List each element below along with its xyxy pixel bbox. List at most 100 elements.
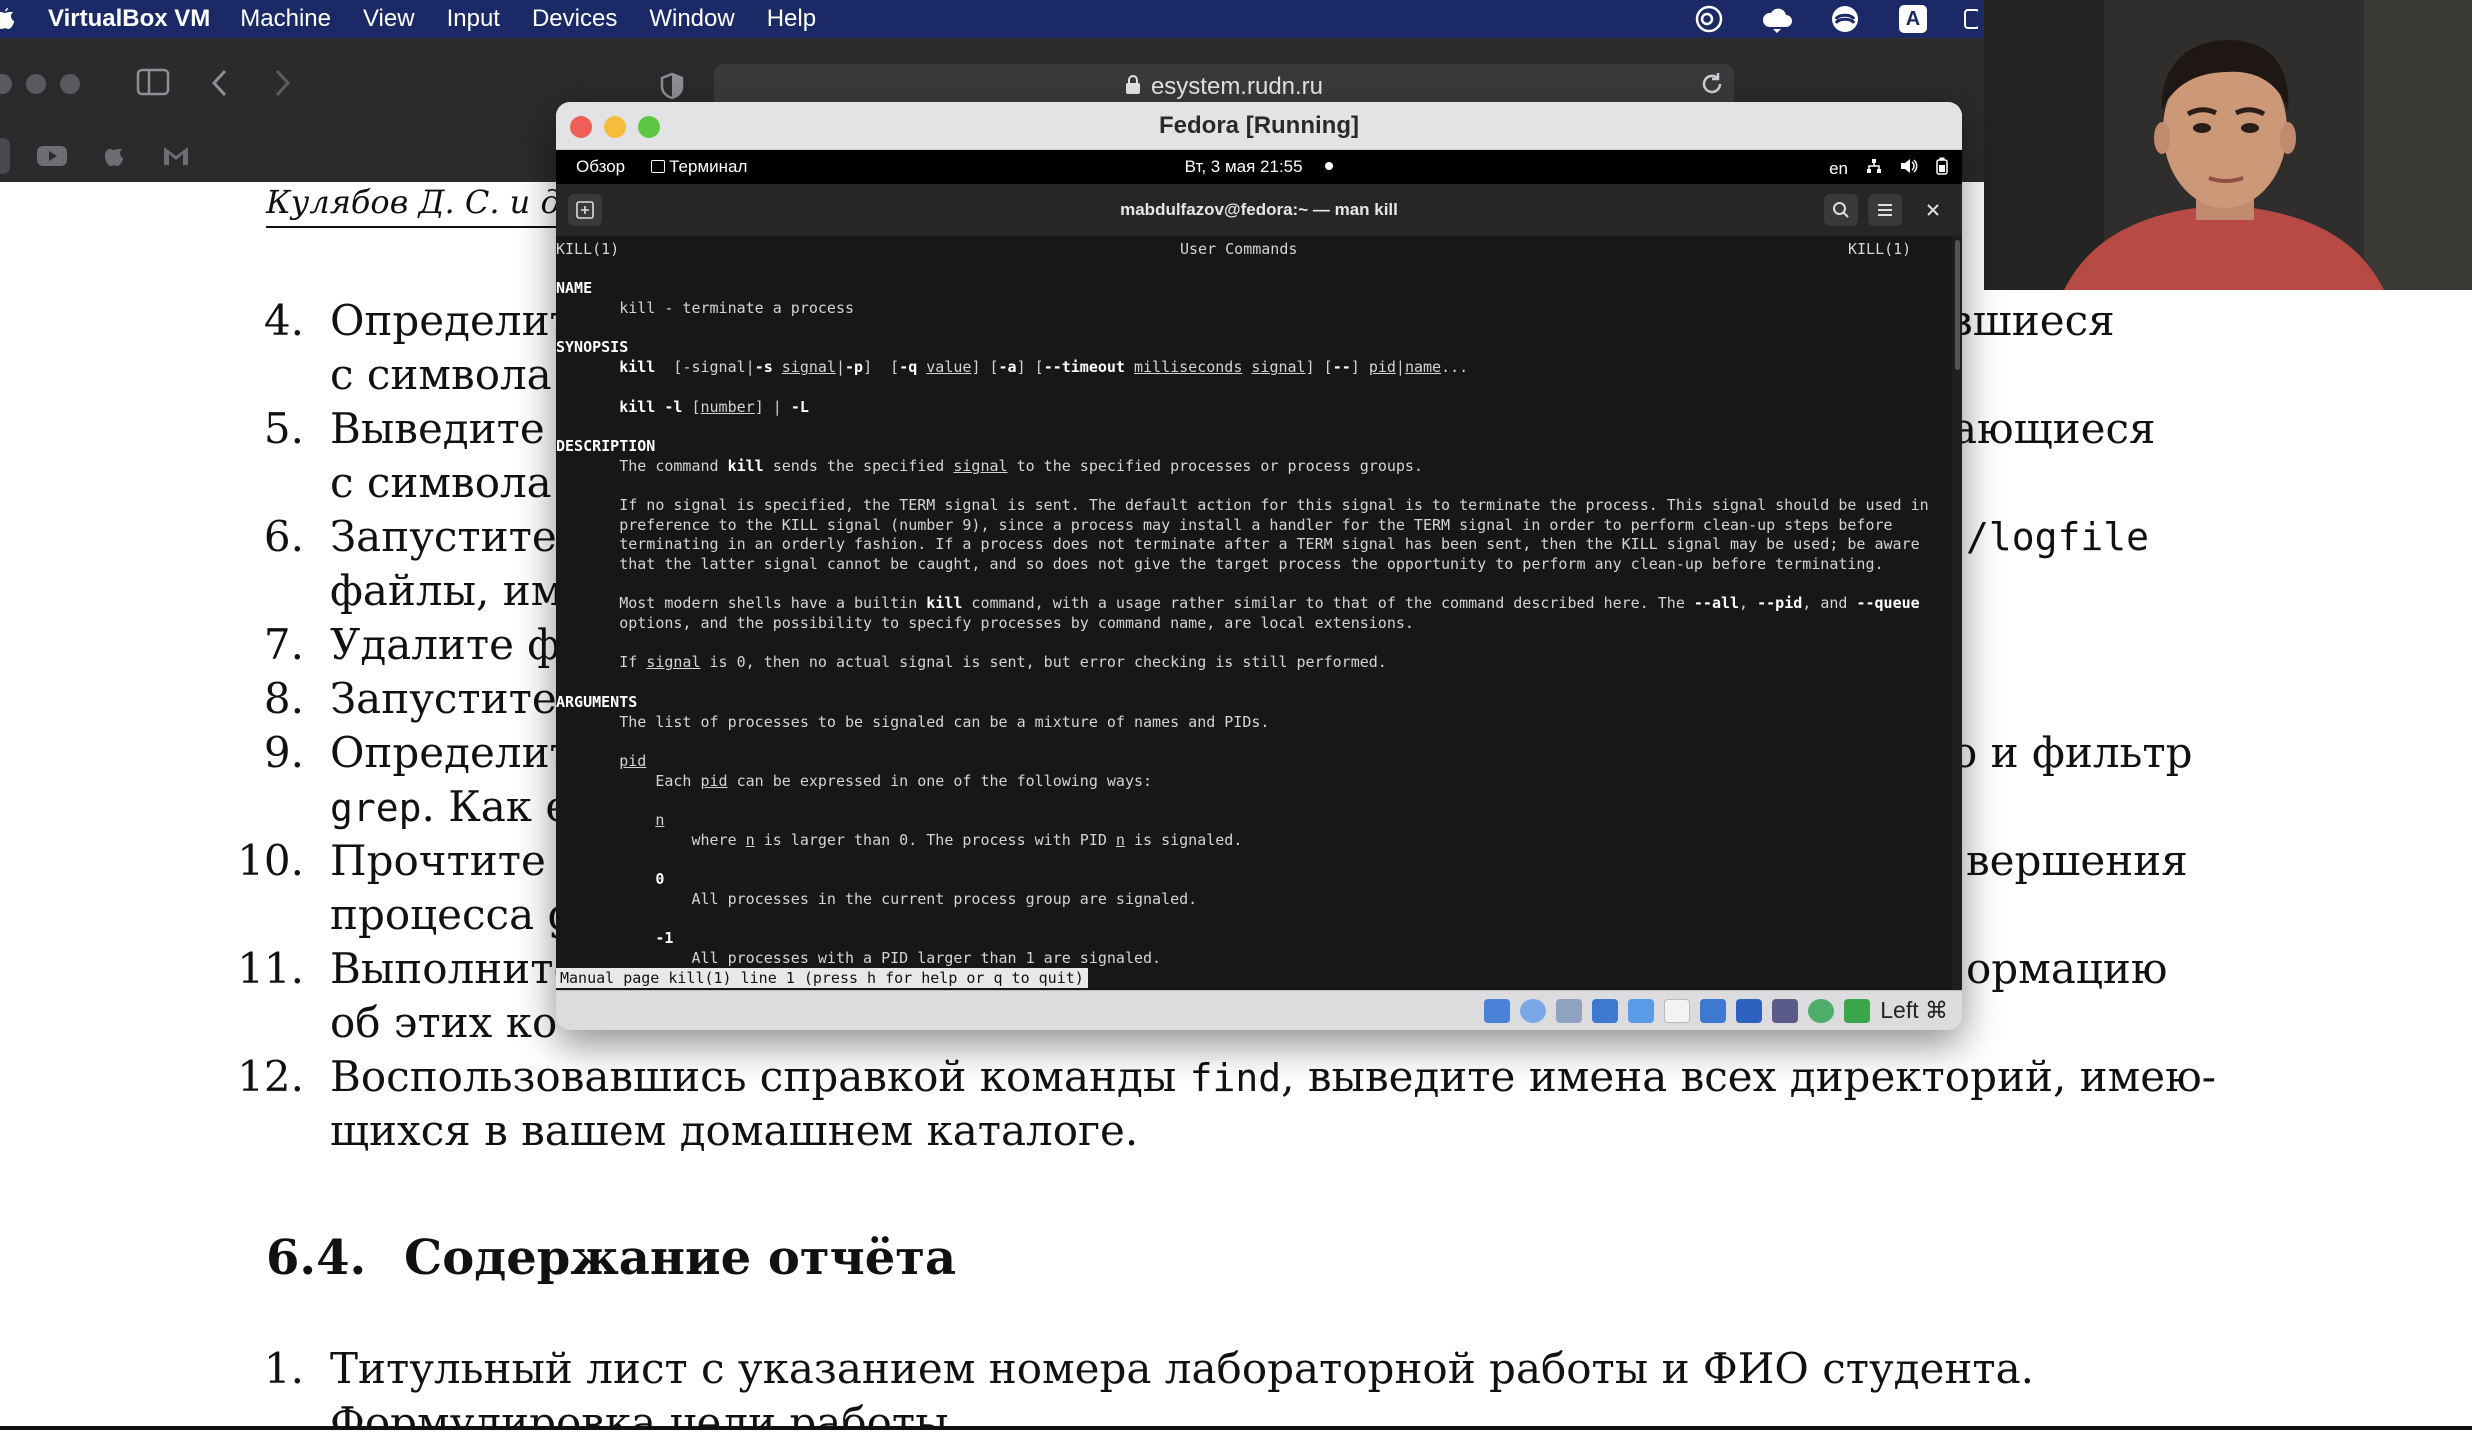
guest-additions-icon[interactable] bbox=[1808, 999, 1834, 1023]
n-label: n bbox=[655, 810, 665, 829]
usb-icon[interactable] bbox=[1628, 999, 1654, 1023]
audio-icon[interactable] bbox=[1556, 999, 1582, 1023]
terminal-content[interactable]: KILL(1) User Commands KILL(1) NAME kill - … bbox=[556, 236, 1952, 990]
reload-icon[interactable] bbox=[1700, 71, 1724, 104]
keyboard-layout[interactable]: en bbox=[1829, 159, 1848, 179]
man-header: KILL(1) User Commands KILL(1) bbox=[556, 240, 1912, 258]
optical-drive-icon[interactable] bbox=[1520, 999, 1546, 1023]
menu-input[interactable]: Input bbox=[447, 5, 500, 33]
url-text: esystem.rudn.ru bbox=[1150, 73, 1324, 100]
shared-folders-icon[interactable] bbox=[1664, 999, 1690, 1023]
search-icon bbox=[1833, 202, 1849, 218]
minus1-label: -1 bbox=[655, 929, 674, 948]
menu-help[interactable]: Help bbox=[767, 5, 816, 33]
webcam-video bbox=[1984, 0, 2472, 290]
list-item: 2. Формулировка цели работы. bbox=[330, 1398, 962, 1426]
volume-icon[interactable] bbox=[1900, 158, 1918, 179]
hard-disk-icon[interactable] bbox=[1484, 999, 1510, 1023]
description-line: The command kill sends the specified sig… bbox=[619, 456, 1423, 475]
lock-icon bbox=[1125, 74, 1141, 100]
cpu-icon[interactable] bbox=[1772, 999, 1798, 1023]
zoom-button[interactable] bbox=[638, 116, 660, 138]
list-item: 8. Запустите bbox=[263, 674, 557, 723]
menu-view[interactable]: View bbox=[363, 5, 415, 33]
minimize-window-button[interactable] bbox=[26, 74, 46, 94]
forward-icon[interactable] bbox=[272, 68, 292, 104]
privacy-shield-icon[interactable] bbox=[660, 72, 684, 106]
display-icon[interactable] bbox=[1700, 999, 1726, 1023]
network-icon[interactable] bbox=[1866, 158, 1882, 179]
minimize-button[interactable] bbox=[604, 116, 626, 138]
host-key-indicator: Left ⌘ bbox=[1880, 997, 1948, 1023]
description-line: Most modern shells have a builtin kill c… bbox=[619, 594, 1920, 613]
vbox-statusbar: Left ⌘ bbox=[556, 990, 1962, 1030]
description-line: that the latter signal cannot be caught,… bbox=[619, 555, 1884, 573]
input-source-indicator[interactable]: A bbox=[1896, 4, 1930, 34]
person-video-image bbox=[1984, 0, 2472, 290]
synopsis-line-2: kill -l [number] | -L bbox=[619, 397, 809, 416]
favorites-bar bbox=[0, 130, 196, 182]
page-header: Кулябов Д. С. и др. bbox=[266, 182, 592, 228]
gnome-top-bar: Обзор Терминал Вт, 3 мая 21:55 en bbox=[556, 150, 1962, 184]
vbox-titlebar[interactable]: Fedora [Running] bbox=[556, 102, 1962, 150]
close-button[interactable] bbox=[570, 116, 592, 138]
virtualbox-window: Fedora [Running] Обзор Терминал Вт, 3 ма… bbox=[556, 102, 1962, 1030]
list-item-tail: вершения bbox=[1966, 836, 2188, 885]
sidebar-toggle-icon[interactable] bbox=[136, 68, 170, 102]
search-button[interactable] bbox=[1824, 194, 1858, 226]
close-window-button[interactable] bbox=[0, 74, 12, 94]
close-terminal-button[interactable] bbox=[1916, 194, 1950, 226]
terminal-title: mabdulfazov@fedora:~ — man kill bbox=[1120, 200, 1398, 219]
description-line: preference to the KILL signal (number 9)… bbox=[619, 515, 1893, 534]
network-adapter-icon[interactable] bbox=[1592, 999, 1618, 1023]
minus1-line: All processes with a PID larger than 1 a… bbox=[691, 948, 1162, 967]
notification-dot-icon bbox=[1325, 162, 1334, 170]
list-item-tail: ающиеся bbox=[1952, 404, 2156, 453]
new-tab-button[interactable] bbox=[568, 194, 602, 226]
zoom-window-button[interactable] bbox=[60, 74, 80, 94]
list-item-cont: с символа bbox=[330, 458, 552, 507]
arguments-line: The list of processes to be signaled can… bbox=[619, 712, 1270, 731]
recording-icon[interactable] bbox=[1736, 999, 1762, 1023]
mouse-integration-icon[interactable] bbox=[1844, 999, 1870, 1023]
macos-menubar: VirtualBox VM Machine View Input Devices… bbox=[0, 0, 1984, 38]
description-line: If signal is 0, then no actual signal is… bbox=[619, 653, 1387, 672]
menubar-app-name[interactable]: VirtualBox VM bbox=[48, 5, 210, 33]
list-item: 12. Воспользовавшись справкой команды fi… bbox=[237, 1052, 2216, 1101]
bookmark-icon[interactable] bbox=[0, 138, 10, 174]
new-tab-icon bbox=[576, 201, 594, 219]
name-heading: NAME bbox=[556, 279, 593, 298]
apple-icon[interactable] bbox=[0, 6, 18, 32]
cloud-sync-icon[interactable] bbox=[1760, 4, 1794, 34]
apple-bookmark-icon[interactable] bbox=[94, 138, 134, 174]
description-line: If no signal is specified, the TERM sign… bbox=[619, 495, 1929, 514]
list-item-tail: /logfile bbox=[1966, 515, 2150, 559]
list-item: 11. Выполните bbox=[237, 944, 579, 993]
list-item-cont: файлы, им bbox=[330, 566, 564, 615]
gmail-bookmark-icon[interactable] bbox=[156, 138, 196, 174]
list-item: 6. Запустите bbox=[263, 512, 557, 561]
power-icon[interactable] bbox=[1936, 157, 1948, 180]
back-icon[interactable] bbox=[210, 68, 230, 104]
clock[interactable]: Вт, 3 мая 21:55 bbox=[556, 157, 1962, 177]
youtube-bookmark-icon[interactable] bbox=[32, 138, 72, 174]
menu-button[interactable] bbox=[1868, 194, 1902, 226]
arguments-heading: ARGUMENTS bbox=[556, 692, 638, 711]
page-divider bbox=[0, 1426, 2472, 1430]
menu-machine[interactable]: Machine bbox=[240, 5, 331, 33]
creative-cloud-icon[interactable] bbox=[1692, 4, 1726, 34]
terminal-scrollbar[interactable] bbox=[1952, 236, 1962, 990]
pager-status-line: Manual page kill(1) line 1 (press h for … bbox=[556, 968, 1088, 988]
zero-label: 0 bbox=[655, 870, 665, 888]
browser-window-controls bbox=[0, 74, 80, 94]
battery-icon[interactable] bbox=[1964, 4, 1978, 34]
list-item: 10. Прочтите bbox=[237, 836, 546, 885]
section-heading: 6.4. Содержание отчёта bbox=[266, 1230, 957, 1286]
scrollbar-thumb[interactable] bbox=[1955, 240, 1960, 370]
menu-devices[interactable]: Devices bbox=[532, 5, 617, 33]
list-item: 4. Определит bbox=[263, 296, 573, 345]
cc-circle-icon[interactable] bbox=[1828, 4, 1862, 34]
description-heading: DESCRIPTION bbox=[556, 436, 656, 455]
menu-window[interactable]: Window bbox=[649, 5, 734, 33]
hamburger-menu-icon bbox=[1878, 204, 1892, 216]
